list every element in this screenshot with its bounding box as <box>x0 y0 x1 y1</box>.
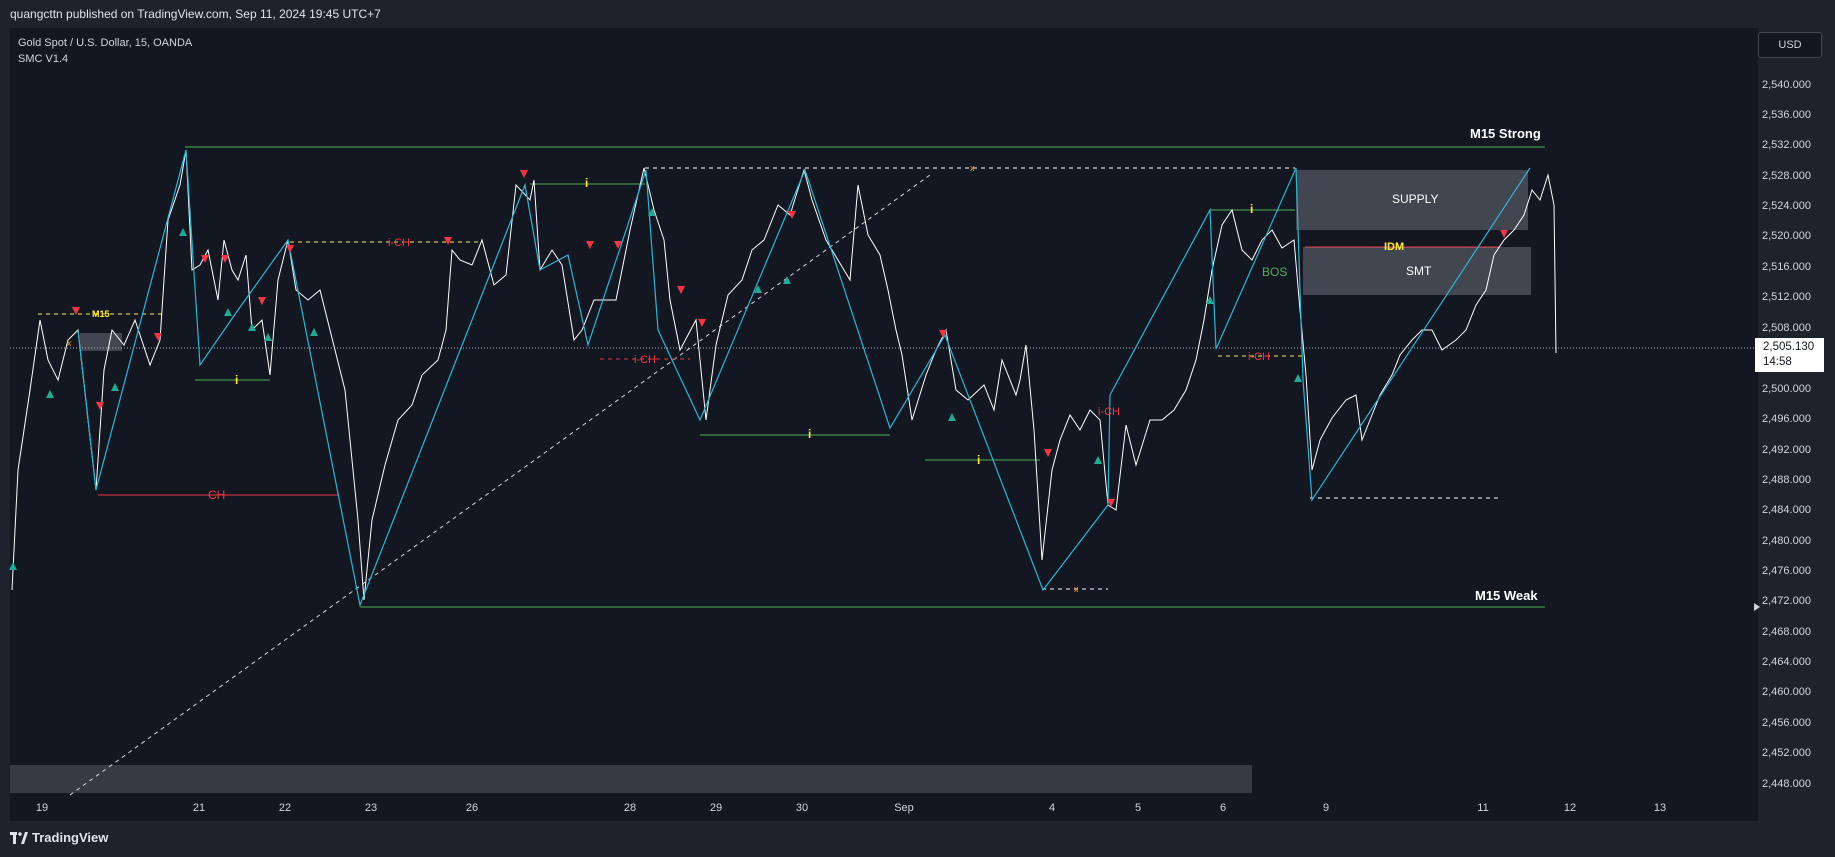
time-tick-label: Sep <box>894 802 914 814</box>
label-idm: IDM <box>1384 241 1404 253</box>
trendline <box>69 174 931 796</box>
brand-text: TradingView <box>32 830 109 845</box>
price-tick-label: 2,512.000 <box>1762 291 1811 303</box>
price-tick-label: 2,448.000 <box>1762 778 1811 790</box>
price-chart[interactable]: M15 Strong M15 Weak SUPPLY SMT IDM BOS C… <box>0 0 1835 857</box>
price-tick-label: 2,536.000 <box>1762 109 1811 121</box>
price-tick-label: 2,520.000 <box>1762 230 1811 242</box>
label-i-1: i <box>585 176 588 190</box>
time-tick-label: 28 <box>624 802 636 814</box>
price-tick-label: 2,500.000 <box>1762 383 1811 395</box>
price-tick-label: 2,516.000 <box>1762 261 1811 273</box>
scroll-right-icon[interactable] <box>1754 603 1760 611</box>
label-i-5: i <box>1250 202 1253 216</box>
label-ich-2: i-CH <box>634 354 656 366</box>
indicator-name[interactable]: SMC V1.4 <box>18 51 192 67</box>
time-tick-label: 29 <box>710 802 722 814</box>
price-axis[interactable]: 2,540.000 2,536.000 2,532.000 2,528.000 2,52… <box>1762 79 1811 790</box>
label-supply: SUPPLY <box>1392 192 1438 206</box>
time-tick-label: 30 <box>796 802 808 814</box>
time-tick-label: 21 <box>193 802 205 814</box>
label-i-2: i <box>235 373 238 387</box>
buy-signals <box>9 208 1302 570</box>
symbol-title[interactable]: Gold Spot / U.S. Dollar, 15, OANDA <box>18 35 192 51</box>
m15-zone <box>80 333 122 351</box>
label-m15: M15 <box>92 309 110 319</box>
label-strong: M15 Strong <box>1470 126 1541 141</box>
label-x-3: x <box>67 338 72 348</box>
sell-signals <box>72 170 1508 507</box>
currency-button[interactable]: USD <box>1758 32 1822 58</box>
label-bos: BOS <box>1262 265 1287 279</box>
price-tick-label: 2,456.000 <box>1762 717 1811 729</box>
time-tick-label: 11 <box>1477 802 1488 814</box>
price-tick-label: 2,488.000 <box>1762 474 1811 486</box>
label-ich-3: i-CH <box>1098 406 1120 418</box>
label-ch: CH <box>208 488 225 502</box>
time-tick-label: 13 <box>1654 802 1666 814</box>
price-tick-label: 2,476.000 <box>1762 565 1811 577</box>
label-weak: M15 Weak <box>1475 588 1538 603</box>
time-tick-label: 22 <box>279 802 291 814</box>
price-tick-label: 2,496.000 <box>1762 413 1811 425</box>
tradingview-logo[interactable]: TradingView <box>10 830 108 845</box>
price-tick-label: 2,508.000 <box>1762 322 1811 334</box>
time-tick-label: 9 <box>1323 802 1329 814</box>
label-x-2: x <box>1074 584 1079 594</box>
price-tick-label: 2,484.000 <box>1762 504 1811 516</box>
price-tick-label: 2,464.000 <box>1762 656 1811 668</box>
tradingview-icon <box>10 831 28 844</box>
price-tick-label: 2,492.000 <box>1762 444 1811 456</box>
price-tick-label: 2,528.000 <box>1762 170 1811 182</box>
time-axis[interactable]: 19 21 22 23 26 28 29 30 Sep 4 5 6 9 11 12 13 <box>36 802 1666 814</box>
time-tick-label: 5 <box>1135 802 1141 814</box>
footer <box>0 821 1835 857</box>
label-x-1: x <box>970 163 975 173</box>
price-tick-label: 2,460.000 <box>1762 686 1811 698</box>
label-i-4: i <box>977 453 980 467</box>
label-smt: SMT <box>1406 264 1432 278</box>
last-price-label: 2,505.130 14:58 <box>1755 338 1824 372</box>
price-tick-label: 2,524.000 <box>1762 200 1811 212</box>
time-tick-label: 19 <box>36 802 48 814</box>
time-tick-label: 12 <box>1564 802 1576 814</box>
time-tick-label: 6 <box>1220 802 1226 814</box>
time-tick-label: 26 <box>466 802 478 814</box>
chart-legend: Gold Spot / U.S. Dollar, 15, OANDA SMC V… <box>18 35 192 67</box>
time-tick-label: 4 <box>1049 802 1055 814</box>
label-ich-1: i-CH <box>388 237 410 249</box>
time-tick-label: 23 <box>365 802 377 814</box>
bottom-band <box>10 765 1252 793</box>
price-tick-label: 2,480.000 <box>1762 535 1811 547</box>
price-tick-label: 2,468.000 <box>1762 626 1811 638</box>
price-tick-label: 2,532.000 <box>1762 139 1811 151</box>
label-i-3: i <box>808 427 811 441</box>
countdown-timer: 14:58 <box>1763 356 1792 368</box>
label-ich-4: i-CH <box>1248 351 1270 363</box>
last-price-value: 2,505.130 <box>1763 341 1815 353</box>
price-tick-label: 2,472.000 <box>1762 595 1811 607</box>
price-tick-label: 2,540.000 <box>1762 79 1811 91</box>
price-tick-label: 2,452.000 <box>1762 747 1811 759</box>
